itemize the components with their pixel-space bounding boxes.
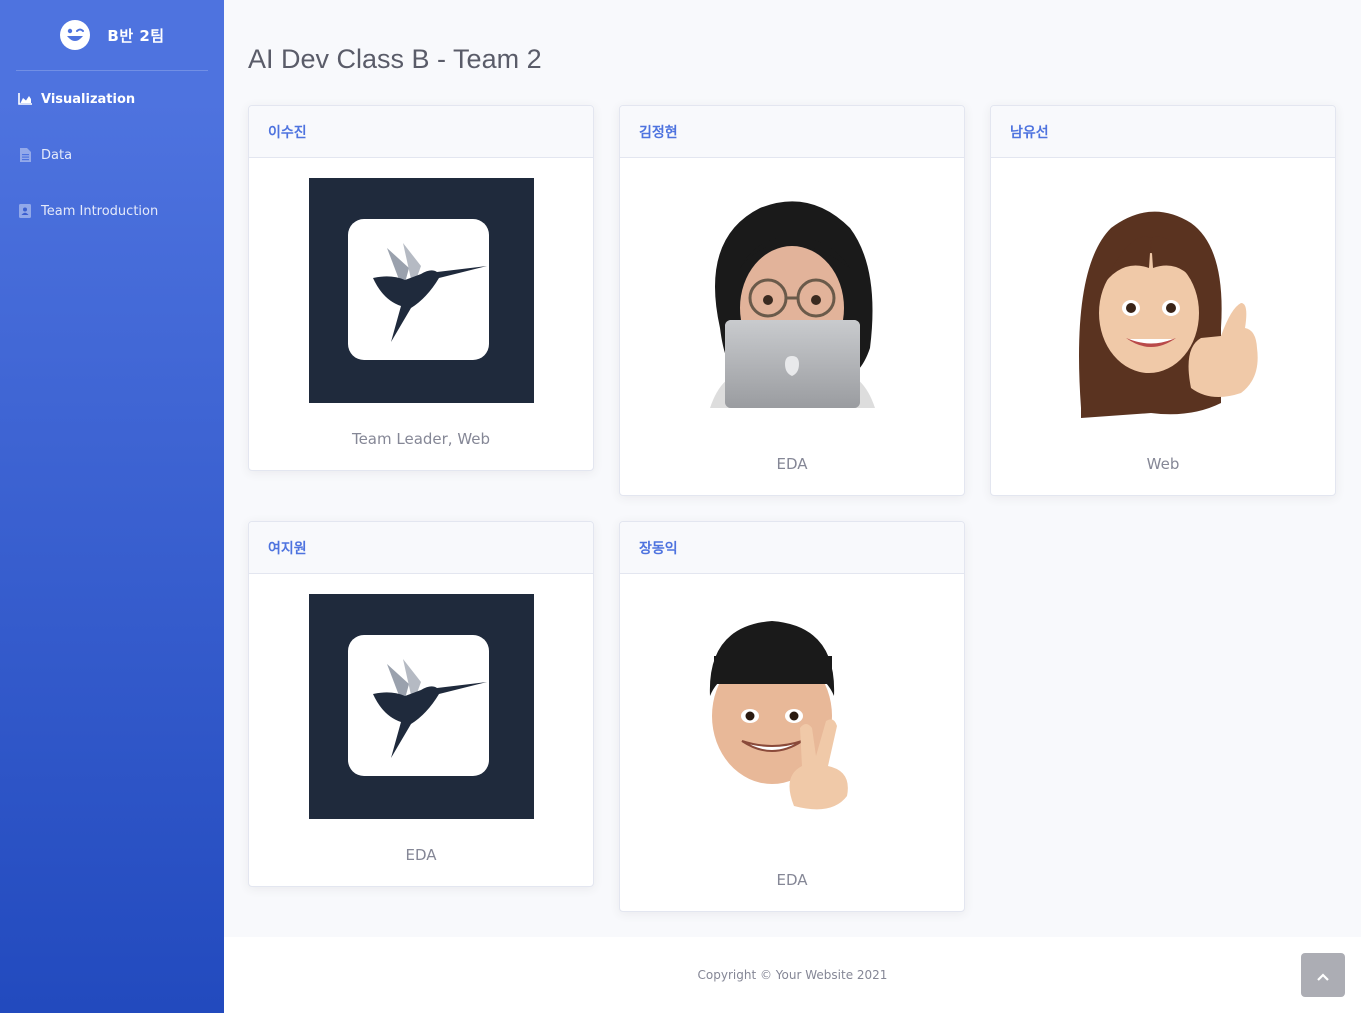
brand-label: B반 2팀 [107,26,165,45]
member-name: 이수진 [249,106,593,158]
sidebar-brand[interactable]: B반 2팀 [0,0,224,70]
memoji-thumbs-up-image [1071,208,1261,427]
member-card: 김정현 EDA [619,105,965,496]
page-title: AI Dev Class B - Team 2 [248,44,542,74]
member-role: Web [1146,455,1180,473]
member-role: EDA [405,846,437,864]
scroll-to-top-button[interactable] [1301,953,1345,997]
member-name: 김정현 [620,106,964,158]
member-card: 이수진 Team Leader, Web [248,105,594,471]
copyright-text: Copyright © Your Website 2021 [697,968,888,982]
sidebar-item-label: Data [41,147,73,163]
file-icon [18,148,32,162]
member-role: EDA [776,871,808,889]
laugh-wink-icon [59,19,91,51]
footer: Copyright © Your Website 2021 [224,937,1361,1013]
hummingbird-logo-image [309,178,534,407]
sidebar: B반 2팀 Visualization Data Team Introducti… [0,0,224,1013]
sidebar-item-team-introduction[interactable]: Team Introduction [0,183,224,239]
sidebar-item-label: Visualization [41,91,136,107]
member-name: 여지원 [249,522,593,574]
member-card: 여지원 EDA [248,521,594,887]
sidebar-item-label: Team Introduction [41,203,159,219]
member-card: 장동익 EDA [619,521,965,912]
main-content: AI Dev Class B - Team 2 이수진 Team Leader,… [224,0,1361,937]
hummingbird-logo-image [309,594,534,823]
member-role: EDA [776,455,808,473]
address-book-icon [18,204,32,218]
member-name: 남유선 [991,106,1335,158]
member-role: Team Leader, Web [351,430,491,448]
sidebar-item-visualization[interactable]: Visualization [0,71,224,127]
chevron-up-icon [1317,966,1329,985]
chart-area-icon [18,92,32,106]
memoji-peace-image [702,616,862,820]
memoji-laptop-image [700,198,885,417]
member-name: 장동익 [620,522,964,574]
member-card: 남유선 Web [990,105,1336,496]
sidebar-item-data[interactable]: Data [0,127,224,183]
